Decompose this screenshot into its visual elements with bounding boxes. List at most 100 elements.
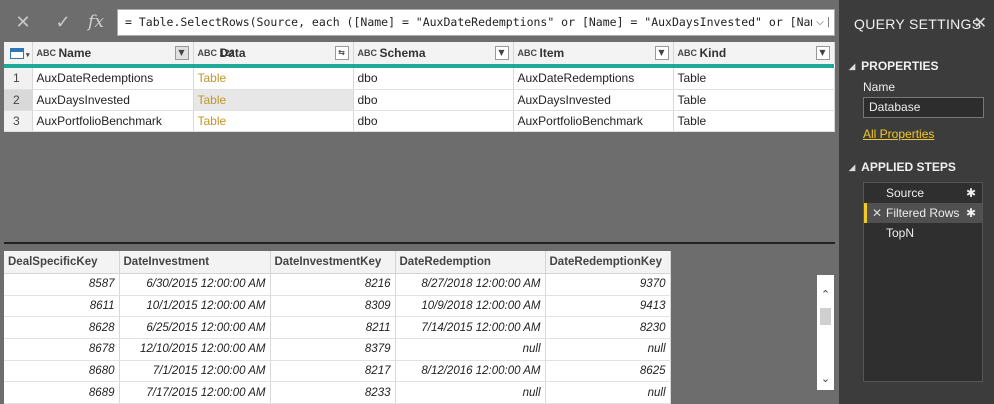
name-field[interactable]: Database bbox=[863, 97, 984, 118]
text-type-icon[interactable]: ABC bbox=[678, 49, 698, 58]
step-topn[interactable]: TopN bbox=[864, 223, 982, 243]
column-label: Kind bbox=[699, 46, 727, 60]
any-type-icon[interactable]: ABC 123 bbox=[198, 49, 235, 58]
collapse-triangle-icon[interactable]: ◢ bbox=[849, 62, 855, 71]
preview-cell: null bbox=[545, 338, 671, 361]
delete-step-icon[interactable]: ✕ bbox=[872, 203, 882, 223]
table-row[interactable]: 2 AuxDaysInvested Table dbo AuxDaysInves… bbox=[4, 89, 835, 111]
column-header-schema[interactable]: ABC Schema ▼ bbox=[353, 42, 514, 64]
cancel-icon[interactable]: ✕ bbox=[10, 9, 36, 35]
gear-icon[interactable]: ✱ bbox=[966, 183, 976, 203]
preview-cell: 8/27/2018 12:00:00 AM bbox=[395, 273, 546, 296]
chevron-down-icon[interactable]: ⌵ bbox=[812, 10, 828, 35]
table-row[interactable]: 8587 6/30/2015 12:00:00 AM 8216 8/27/2018 1… bbox=[4, 273, 671, 296]
table-menu-button[interactable]: ▾ bbox=[4, 42, 33, 64]
preview-cell: 8625 bbox=[545, 360, 671, 383]
cell-kind[interactable]: Table bbox=[673, 68, 835, 90]
row-number[interactable]: 1 bbox=[4, 68, 33, 90]
query-settings-pane: QUERY SETTINGS ✕ ◢ PROPERTIES Name Databa… bbox=[839, 0, 994, 404]
dropdown-icon[interactable]: ▼ bbox=[494, 46, 509, 60]
applied-steps-list: Source ✱ ✕ Filtered Rows ✱ TopN bbox=[863, 182, 983, 382]
cell-schema[interactable]: dbo bbox=[353, 68, 514, 90]
vertical-scrollbar[interactable]: ⌃ ⌄ bbox=[817, 275, 834, 390]
collapse-triangle-icon[interactable]: ◢ bbox=[849, 163, 855, 172]
table-row[interactable]: 8678 12/10/2015 12:00:00 AM 8379 null null bbox=[4, 338, 671, 361]
dropdown-icon[interactable]: ▼ bbox=[815, 46, 830, 60]
table-link[interactable]: Table bbox=[198, 71, 227, 85]
preview-divider[interactable] bbox=[4, 242, 835, 244]
preview-cell: 7/17/2015 12:00:00 AM bbox=[119, 381, 271, 404]
preview-column-header[interactable]: DateInvestment bbox=[119, 251, 271, 275]
cell-name[interactable]: AuxPortfolioBenchmark bbox=[32, 110, 194, 132]
table-row[interactable]: 8628 6/25/2015 12:00:00 AM 8211 7/14/2015 1… bbox=[4, 316, 671, 340]
all-properties-link[interactable]: All Properties bbox=[863, 127, 934, 141]
step-source[interactable]: Source ✱ bbox=[864, 183, 982, 203]
preview-cell: 7/14/2015 12:00:00 AM bbox=[395, 316, 546, 340]
table-row[interactable]: 3 AuxPortfolioBenchmark Table dbo AuxPor… bbox=[4, 110, 835, 132]
cell-schema[interactable]: dbo bbox=[353, 89, 514, 111]
preview-cell: 8211 bbox=[270, 316, 396, 340]
preview-column-header[interactable]: DealSpecificKey bbox=[4, 251, 120, 275]
table-row[interactable]: 8611 10/1/2015 12:00:00 AM 8309 10/9/2018 1… bbox=[4, 295, 671, 318]
table-row[interactable]: 8689 7/17/2015 12:00:00 AM 8233 null null bbox=[4, 381, 671, 404]
table-row[interactable]: 1 AuxDateRedemptions Table dbo AuxDateRe… bbox=[4, 68, 835, 90]
navigation-table: ▾ ABC Name ▼ ABC 123Data ⇆ ABC Schema ▼ ABC It… bbox=[4, 42, 835, 132]
dropdown-icon[interactable]: ▼ bbox=[654, 46, 669, 60]
preview-cell: 8233 bbox=[270, 381, 396, 404]
filter-icon[interactable]: ▼ bbox=[174, 46, 189, 60]
row-number[interactable]: 2 bbox=[4, 89, 33, 111]
section-heading: PROPERTIES bbox=[861, 59, 939, 73]
gear-icon[interactable]: ✱ bbox=[966, 203, 976, 223]
preview-column-header[interactable]: DateRedemption bbox=[395, 251, 546, 275]
close-icon[interactable]: ✕ bbox=[974, 13, 987, 33]
table-icon bbox=[10, 48, 24, 60]
preview-column-header[interactable]: DateRedemptionKey bbox=[545, 251, 671, 275]
preview-cell: 8628 bbox=[4, 316, 120, 340]
text-type-icon[interactable]: ABC bbox=[518, 49, 538, 58]
preview-cell: null bbox=[395, 338, 546, 361]
formula-input[interactable]: = Table.SelectRows(Source, each ([Name] … bbox=[117, 9, 835, 36]
cell-schema[interactable]: dbo bbox=[353, 110, 514, 132]
fx-icon[interactable]: fx bbox=[83, 9, 109, 35]
table-row[interactable]: 8680 7/1/2015 12:00:00 AM 8217 8/12/2016 12… bbox=[4, 360, 671, 383]
cell-name[interactable]: AuxDaysInvested bbox=[32, 89, 194, 111]
preview-cell: 8217 bbox=[270, 360, 396, 383]
preview-cell: 12/10/2015 12:00:00 AM bbox=[119, 338, 271, 361]
cell-kind[interactable]: Table bbox=[673, 89, 835, 111]
cell-name[interactable]: AuxDateRedemptions bbox=[32, 68, 194, 90]
cell-data-link[interactable]: Table bbox=[193, 68, 354, 90]
scrollbar-thumb[interactable] bbox=[820, 308, 831, 325]
preview-cell: 8680 bbox=[4, 360, 120, 383]
commit-icon[interactable]: ✓ bbox=[50, 9, 76, 35]
text-type-icon[interactable]: ABC bbox=[37, 49, 57, 58]
column-header-name[interactable]: ABC Name ▼ bbox=[32, 42, 194, 64]
preview-cell: null bbox=[545, 381, 671, 404]
preview-cell: 8678 bbox=[4, 338, 120, 361]
preview-cell: 10/1/2015 12:00:00 AM bbox=[119, 295, 271, 318]
step-filtered-rows[interactable]: ✕ Filtered Rows ✱ bbox=[864, 203, 982, 223]
row-number[interactable]: 3 bbox=[4, 110, 33, 132]
column-header-kind[interactable]: ABC Kind ▼ bbox=[673, 42, 835, 64]
column-header-item[interactable]: ABC Item ▼ bbox=[513, 42, 674, 64]
cell-item[interactable]: AuxDaysInvested bbox=[513, 89, 674, 111]
column-label: Schema bbox=[379, 46, 426, 60]
cell-data-link[interactable]: Table bbox=[193, 110, 354, 132]
chevron-down-icon[interactable]: ⌄ bbox=[817, 371, 834, 387]
cell-kind[interactable]: Table bbox=[673, 110, 835, 132]
formula-bar: ✕ ✓ fx = Table.SelectRows(Source, each (… bbox=[0, 0, 839, 42]
table-link[interactable]: Table bbox=[198, 114, 227, 128]
preview-column-header[interactable]: DateInvestmentKey bbox=[270, 251, 396, 275]
table-link[interactable]: Table bbox=[198, 93, 227, 107]
cell-item[interactable]: AuxDateRedemptions bbox=[513, 68, 674, 90]
chevron-up-icon[interactable]: ⌃ bbox=[817, 287, 834, 303]
properties-section[interactable]: ◢ PROPERTIES bbox=[849, 59, 939, 73]
applied-steps-section[interactable]: ◢ APPLIED STEPS bbox=[849, 160, 956, 174]
cell-data-link[interactable]: Table bbox=[193, 89, 354, 111]
column-header-data[interactable]: ABC 123Data ⇆ bbox=[193, 42, 354, 64]
expand-column-icon[interactable]: ⇆ bbox=[334, 46, 349, 60]
text-type-icon[interactable]: ABC bbox=[358, 49, 378, 58]
cell-item[interactable]: AuxPortfolioBenchmark bbox=[513, 110, 674, 132]
preview-cell: 8587 bbox=[4, 273, 120, 296]
preview-cell: null bbox=[395, 381, 546, 404]
preview-cell: 8216 bbox=[270, 273, 396, 296]
